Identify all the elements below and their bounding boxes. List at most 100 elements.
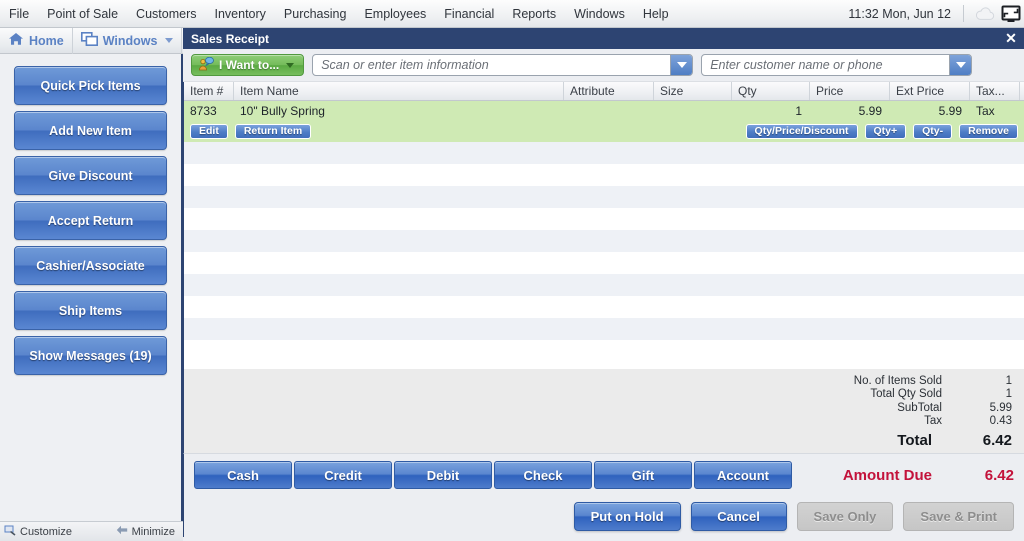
column-header-item-no[interactable]: Item # [184,82,234,100]
minimize-label: Minimize [132,526,175,538]
column-header-size[interactable]: Size [654,82,732,100]
sidebar-button-add-new-item[interactable]: Add New Item [14,111,167,150]
menu-item-point-of-sale[interactable]: Point of Sale [38,3,127,25]
payment-button-credit[interactable]: Credit [294,461,392,489]
cell-tax: Tax [970,101,1020,121]
payment-button-check[interactable]: Check [494,461,592,489]
empty-row[interactable] [184,340,1024,362]
item-scan-input[interactable] [313,55,670,75]
customize-action[interactable]: Customize [0,524,72,539]
windows-stack-icon [81,32,98,49]
totals-line-items-sold: No. of Items Sold 1 [776,375,1012,388]
menu-item-employees[interactable]: Employees [355,3,435,25]
menu-item-file[interactable]: File [0,3,38,25]
sidebar-button-list: Quick Pick Items Add New Item Give Disco… [0,54,181,375]
empty-row[interactable] [184,318,1024,340]
page-title: Sales Receipt [191,32,1000,46]
item-scan-combo[interactable] [312,54,693,76]
chevron-down-icon [956,62,966,68]
empty-row[interactable] [184,274,1024,296]
receipt-items-grid: Item # Item Name Attribute Size Qty Pric… [183,82,1024,369]
cell-qty: 1 [732,101,810,121]
i-want-to-label: I Want to... [219,58,279,72]
payment-button-bar: Cash Credit Debit Check Gift Account Amo… [183,453,1024,496]
column-header-item-name[interactable]: Item Name [234,82,564,100]
qty-increase-button[interactable]: Qty+ [865,124,907,139]
cell-attribute [564,101,654,121]
amount-due-display: Amount Due 6.42 [843,467,1014,484]
payment-button-gift[interactable]: Gift [594,461,692,489]
arrow-left-icon [116,525,128,538]
cloud-icon[interactable] [972,3,998,25]
qty-price-discount-button[interactable]: Qty/Price/Discount [746,124,858,139]
put-on-hold-button[interactable]: Put on Hold [574,502,681,531]
tab-home-label: Home [29,34,64,48]
payment-button-cash[interactable]: Cash [194,461,292,489]
column-header-ext-price[interactable]: Ext Price [890,82,970,100]
grand-total-label: Total [776,431,956,451]
customer-lookup-combo[interactable] [701,54,972,76]
menu-item-windows[interactable]: Windows [565,3,634,25]
customize-icon [4,524,16,539]
edit-item-button[interactable]: Edit [190,124,228,139]
sidebar-button-show-messages[interactable]: Show Messages (19) [14,336,167,375]
payment-button-account[interactable]: Account [694,461,792,489]
cancel-button[interactable]: Cancel [691,502,787,531]
qty-decrease-button[interactable]: Qty- [913,124,952,139]
save-and-print-button: Save & Print [903,502,1014,531]
sidebar-button-ship-items[interactable]: Ship Items [14,291,167,330]
totals-list: No. of Items Sold 1 Total Qty Sold 1 Sub… [776,375,1012,451]
i-want-to-button[interactable]: I Want to... [191,54,304,76]
clock-display: 11:32 Mon, Jun 12 [848,7,961,21]
chevron-down-icon [286,63,294,68]
customer-lookup-input[interactable] [702,55,949,75]
menu-item-purchasing[interactable]: Purchasing [275,3,356,25]
table-row[interactable]: 8733 10" Bully Spring 1 5.99 5.99 Tax [184,101,1024,121]
sidebar-button-quick-pick-items[interactable]: Quick Pick Items [14,66,167,105]
column-header-tax[interactable]: Tax... [970,82,1020,100]
totals-line-tax: Tax 0.43 [776,415,1012,428]
dialog-action-bar: Put on Hold Cancel Save Only Save & Prin… [183,496,1024,537]
menu-item-inventory[interactable]: Inventory [205,3,274,25]
empty-row[interactable] [184,186,1024,208]
empty-row[interactable] [184,296,1024,318]
return-item-button[interactable]: Return Item [235,124,311,139]
tab-windows[interactable]: Windows [73,28,183,54]
sidebar-button-accept-return[interactable]: Accept Return [14,201,167,240]
totals-value: 5.99 [966,402,1012,415]
totals-label: No. of Items Sold [776,375,966,388]
cell-item-no: 8733 [184,101,234,121]
payment-button-debit[interactable]: Debit [394,461,492,489]
column-header-qty[interactable]: Qty [732,82,810,100]
tab-home[interactable]: Home [0,28,73,54]
menu-item-reports[interactable]: Reports [503,3,565,25]
column-header-attribute[interactable]: Attribute [564,82,654,100]
menu-item-help[interactable]: Help [634,3,678,25]
remove-item-button[interactable]: Remove [959,124,1018,139]
tab-windows-label: Windows [103,34,158,48]
menu-item-customers[interactable]: Customers [127,3,205,25]
empty-row[interactable] [184,208,1024,230]
sidebar-button-give-discount[interactable]: Give Discount [14,156,167,195]
grid-header-row: Item # Item Name Attribute Size Qty Pric… [184,82,1024,101]
close-icon[interactable]: ✕ [1000,29,1022,48]
sidebar-button-cashier-associate[interactable]: Cashier/Associate [14,246,167,285]
totals-label: SubTotal [776,402,966,415]
cell-item-name: 10" Bully Spring [234,101,564,121]
chevron-down-icon[interactable] [165,38,173,43]
pos-application: File Point of Sale Customers Inventory P… [0,0,1024,541]
sidebar-status-bar: Customize Minimize [0,521,183,541]
totals-panel: No. of Items Sold 1 Total Qty Sold 1 Sub… [183,369,1024,453]
totals-line-total: Total 6.42 [776,429,1012,451]
menu-item-financial[interactable]: Financial [435,3,503,25]
empty-row[interactable] [184,230,1024,252]
minimize-action[interactable]: Minimize [112,525,183,538]
column-header-price[interactable]: Price [810,82,890,100]
empty-row[interactable] [184,252,1024,274]
user-speech-icon [198,57,214,74]
monitor-icon[interactable] [998,3,1024,25]
empty-row[interactable] [184,164,1024,186]
customer-lookup-dropdown-button[interactable] [949,55,971,75]
empty-row[interactable] [184,142,1024,164]
item-scan-dropdown-button[interactable] [670,55,692,75]
